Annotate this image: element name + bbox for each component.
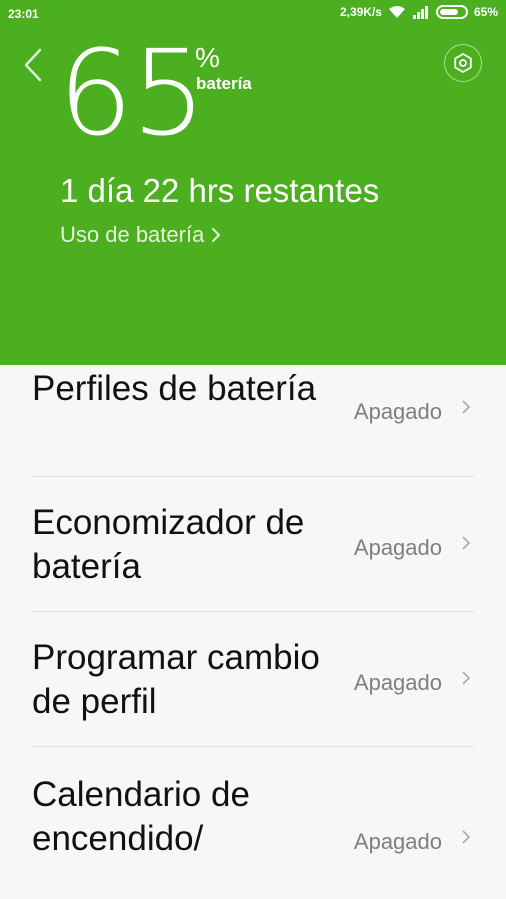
setting-power-schedule[interactable]: Calendario de encendido/ Apagado [32,747,474,897]
setting-title: Programar cambio de perfil [32,638,320,721]
battery-percent-value: 65 [58,24,206,162]
setting-title: Economizador de batería [32,503,305,586]
status-battery-percent: 65% [473,5,498,19]
settings-gear-icon [454,53,472,73]
network-speed: 2,39K/s [339,5,382,19]
back-arrow-icon [24,48,42,82]
setting-battery-saver[interactable]: Economizador de batería Apagado [32,477,474,612]
setting-battery-profiles[interactable]: Perfiles de batería Apagado [32,365,474,477]
settings-button[interactable] [444,44,482,82]
chevron-right-icon [462,400,471,414]
remaining-time: 1 día 22 hrs restantes [60,172,380,209]
chevron-right-icon [212,228,221,242]
setting-value: Apagado [353,535,442,560]
battery-header: 23:01 2,39K/s 65% 65 % batería 1 día 22 … [0,0,506,365]
percent-label: batería [196,74,252,93]
setting-value: Apagado [353,829,442,854]
setting-value: Apagado [353,399,442,424]
battery-usage-label: Uso de batería [60,222,205,247]
chevron-right-icon [462,671,471,685]
battery-usage-link[interactable]: Uso de batería [60,222,222,248]
wifi-icon [388,5,406,19]
percent-symbol: % [195,42,220,73]
signal-icon [412,5,430,19]
back-button[interactable] [18,46,50,84]
chevron-right-icon [462,830,471,844]
status-time: 23:01 [8,7,39,21]
status-indicators: 2,39K/s 65% [340,5,498,19]
battery-settings-list: Perfiles de batería Apagado Economizador… [0,365,506,897]
setting-value: Apagado [353,670,442,695]
setting-title: Calendario de encendido/ [32,775,250,858]
chevron-right-icon [462,536,471,550]
setting-schedule-profile-change[interactable]: Programar cambio de perfil Apagado [32,612,474,747]
battery-icon [435,5,468,19]
setting-title: Perfiles de batería [32,369,317,408]
